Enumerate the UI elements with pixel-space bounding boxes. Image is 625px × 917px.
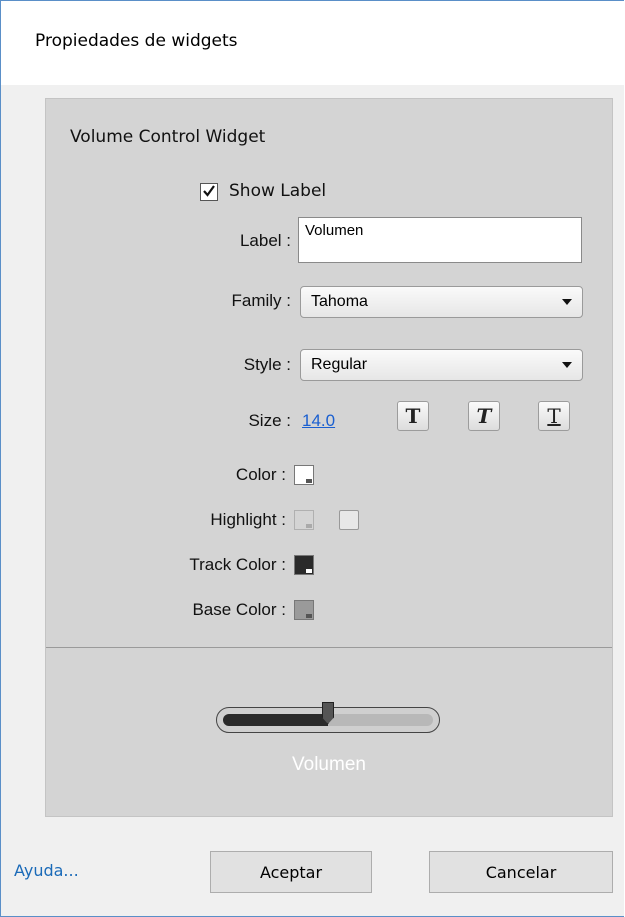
style-select[interactable]: Regular [300, 349, 583, 381]
checkmark-icon [203, 185, 215, 197]
highlight-toggle[interactable] [339, 510, 359, 530]
track-color-swatch[interactable] [294, 555, 314, 575]
dialog-title-bar: Propiedades de widgets [1, 1, 624, 85]
preview-label: Volumen [292, 754, 366, 775]
bold-button[interactable]: T [397, 401, 429, 431]
ok-button[interactable]: Aceptar [210, 851, 372, 893]
style-caption: Style : [243, 355, 291, 374]
underline-button[interactable]: T [538, 401, 570, 431]
size-value-link[interactable]: 14.0 [302, 411, 335, 431]
underline-icon: T [547, 404, 561, 428]
dropdown-corner-icon [306, 569, 312, 573]
show-label-checkbox[interactable] [200, 183, 218, 201]
size-caption: Size : [248, 411, 291, 430]
highlight-caption: Highlight : [210, 510, 286, 529]
volume-slider-preview [216, 702, 440, 733]
track-color-caption: Track Color : [189, 555, 286, 574]
bold-icon: T [405, 404, 421, 428]
highlight-swatch[interactable] [294, 510, 314, 530]
divider [46, 647, 612, 648]
dropdown-corner-icon [306, 479, 312, 483]
dialog-title: Propiedades de widgets [35, 31, 238, 51]
widget-title: Volume Control Widget [70, 127, 266, 147]
help-link[interactable]: Ayuda... [14, 861, 79, 880]
chevron-down-icon [562, 362, 572, 368]
dropdown-corner-icon [306, 524, 312, 528]
base-color-swatch[interactable] [294, 600, 314, 620]
properties-panel: Volume Control Widget Show Label Label :… [45, 98, 613, 817]
family-caption: Family : [231, 291, 292, 310]
label-caption: Label : [239, 231, 291, 250]
italic-button[interactable]: T [468, 401, 500, 431]
base-color-caption: Base Color : [192, 600, 286, 619]
cancel-button[interactable]: Cancelar [429, 851, 613, 893]
family-value: Tahoma [311, 293, 368, 310]
label-input[interactable]: Volumen [298, 217, 582, 263]
dropdown-corner-icon [306, 614, 312, 618]
widget-properties-dialog: Propiedades de widgets Volume Control Wi… [0, 0, 624, 917]
show-label-text: Show Label [229, 181, 327, 201]
slider-fill [223, 714, 328, 726]
style-value: Regular [311, 356, 368, 373]
family-select[interactable]: Tahoma [300, 286, 583, 318]
color-caption: Color : [235, 465, 286, 484]
color-swatch[interactable] [294, 465, 314, 485]
italic-icon: T [476, 404, 492, 428]
chevron-down-icon [562, 299, 572, 305]
